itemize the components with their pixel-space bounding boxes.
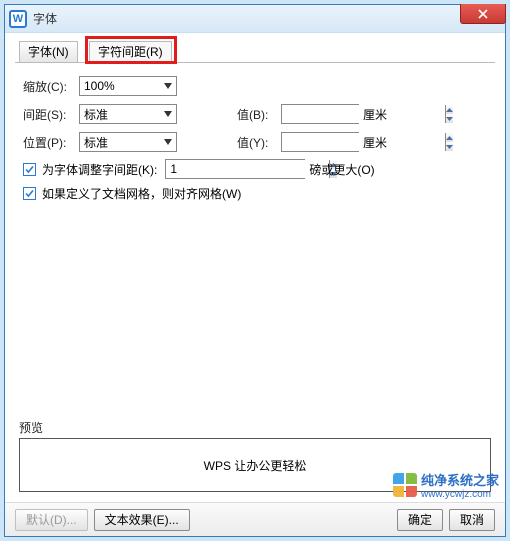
spin-up-icon[interactable]: [446, 133, 453, 142]
app-icon: W: [9, 10, 27, 28]
scale-value: 100%: [80, 79, 160, 93]
spin-up-icon[interactable]: [446, 105, 453, 114]
ok-label: 确定: [408, 511, 432, 528]
spacing-label: 间距(S):: [23, 106, 79, 123]
tab-font-label: 字体(N): [28, 45, 69, 59]
font-dialog: W 字体 字体(N) 字符间距(R) 缩放(C): 100% 间距(S): 标准: [4, 4, 506, 537]
dropdown-arrow-icon[interactable]: [160, 83, 176, 89]
cancel-label: 取消: [460, 511, 484, 528]
adjust-unit: 磅或更大(O): [309, 161, 374, 178]
ok-button[interactable]: 确定: [397, 509, 443, 531]
adjust-checkbox[interactable]: [23, 163, 36, 176]
spacing-combo[interactable]: 标准: [79, 104, 177, 124]
close-button[interactable]: [460, 4, 506, 24]
preview-label: 预览: [19, 419, 491, 436]
default-button: 默认(D)...: [15, 509, 88, 531]
window-title: 字体: [33, 10, 57, 27]
valy-spinner[interactable]: [281, 132, 359, 152]
scale-combo[interactable]: 100%: [79, 76, 177, 96]
grid-label: 如果定义了文档网格，则对齐网格(W): [42, 185, 241, 202]
spacing-value: 标准: [80, 106, 160, 123]
grid-checkbox[interactable]: [23, 187, 36, 200]
titlebar: W 字体: [5, 5, 505, 33]
valb-spinner[interactable]: [281, 104, 359, 124]
position-value: 标准: [80, 134, 160, 151]
valy-unit: 厘米: [363, 134, 387, 151]
close-icon: [478, 9, 488, 19]
check-icon: [25, 165, 34, 174]
spin-down-icon[interactable]: [446, 114, 453, 123]
adjust-label: 为字体调整字间距(K):: [42, 161, 157, 178]
dropdown-arrow-icon[interactable]: [160, 111, 176, 117]
valb-unit: 厘米: [363, 106, 387, 123]
position-combo[interactable]: 标准: [79, 132, 177, 152]
scale-label: 缩放(C):: [23, 78, 79, 95]
adjust-input[interactable]: [166, 160, 329, 178]
tab-spacing[interactable]: 字符间距(R): [89, 41, 172, 63]
text-effects-button[interactable]: 文本效果(E)...: [94, 509, 190, 531]
spin-down-icon[interactable]: [446, 142, 453, 151]
preview-box: WPS 让办公更轻松: [19, 438, 491, 492]
footer: 默认(D)... 文本效果(E)... 确定 取消: [5, 502, 505, 536]
position-label: 位置(P):: [23, 134, 79, 151]
check-icon: [25, 189, 34, 198]
dropdown-arrow-icon[interactable]: [160, 139, 176, 145]
tab-spacing-label: 字符间距(R): [98, 45, 163, 59]
valy-label: 值(Y):: [237, 134, 281, 151]
preview-section: 预览 WPS 让办公更轻松: [19, 419, 491, 492]
cancel-button[interactable]: 取消: [449, 509, 495, 531]
adjust-spinner[interactable]: [165, 159, 305, 179]
valb-label: 值(B):: [237, 106, 281, 123]
form-area: 缩放(C): 100% 间距(S): 标准 值(B):: [5, 63, 505, 202]
dialog-body: 字体(N) 字符间距(R) 缩放(C): 100% 间距(S): 标准 值(B)…: [5, 33, 505, 536]
preview-text: WPS 让办公更轻松: [204, 457, 307, 474]
text-effects-label: 文本效果(E)...: [105, 511, 179, 528]
default-button-label: 默认(D)...: [26, 511, 77, 528]
tab-bar: 字体(N) 字符间距(R): [15, 41, 495, 63]
tab-font[interactable]: 字体(N): [19, 41, 78, 63]
